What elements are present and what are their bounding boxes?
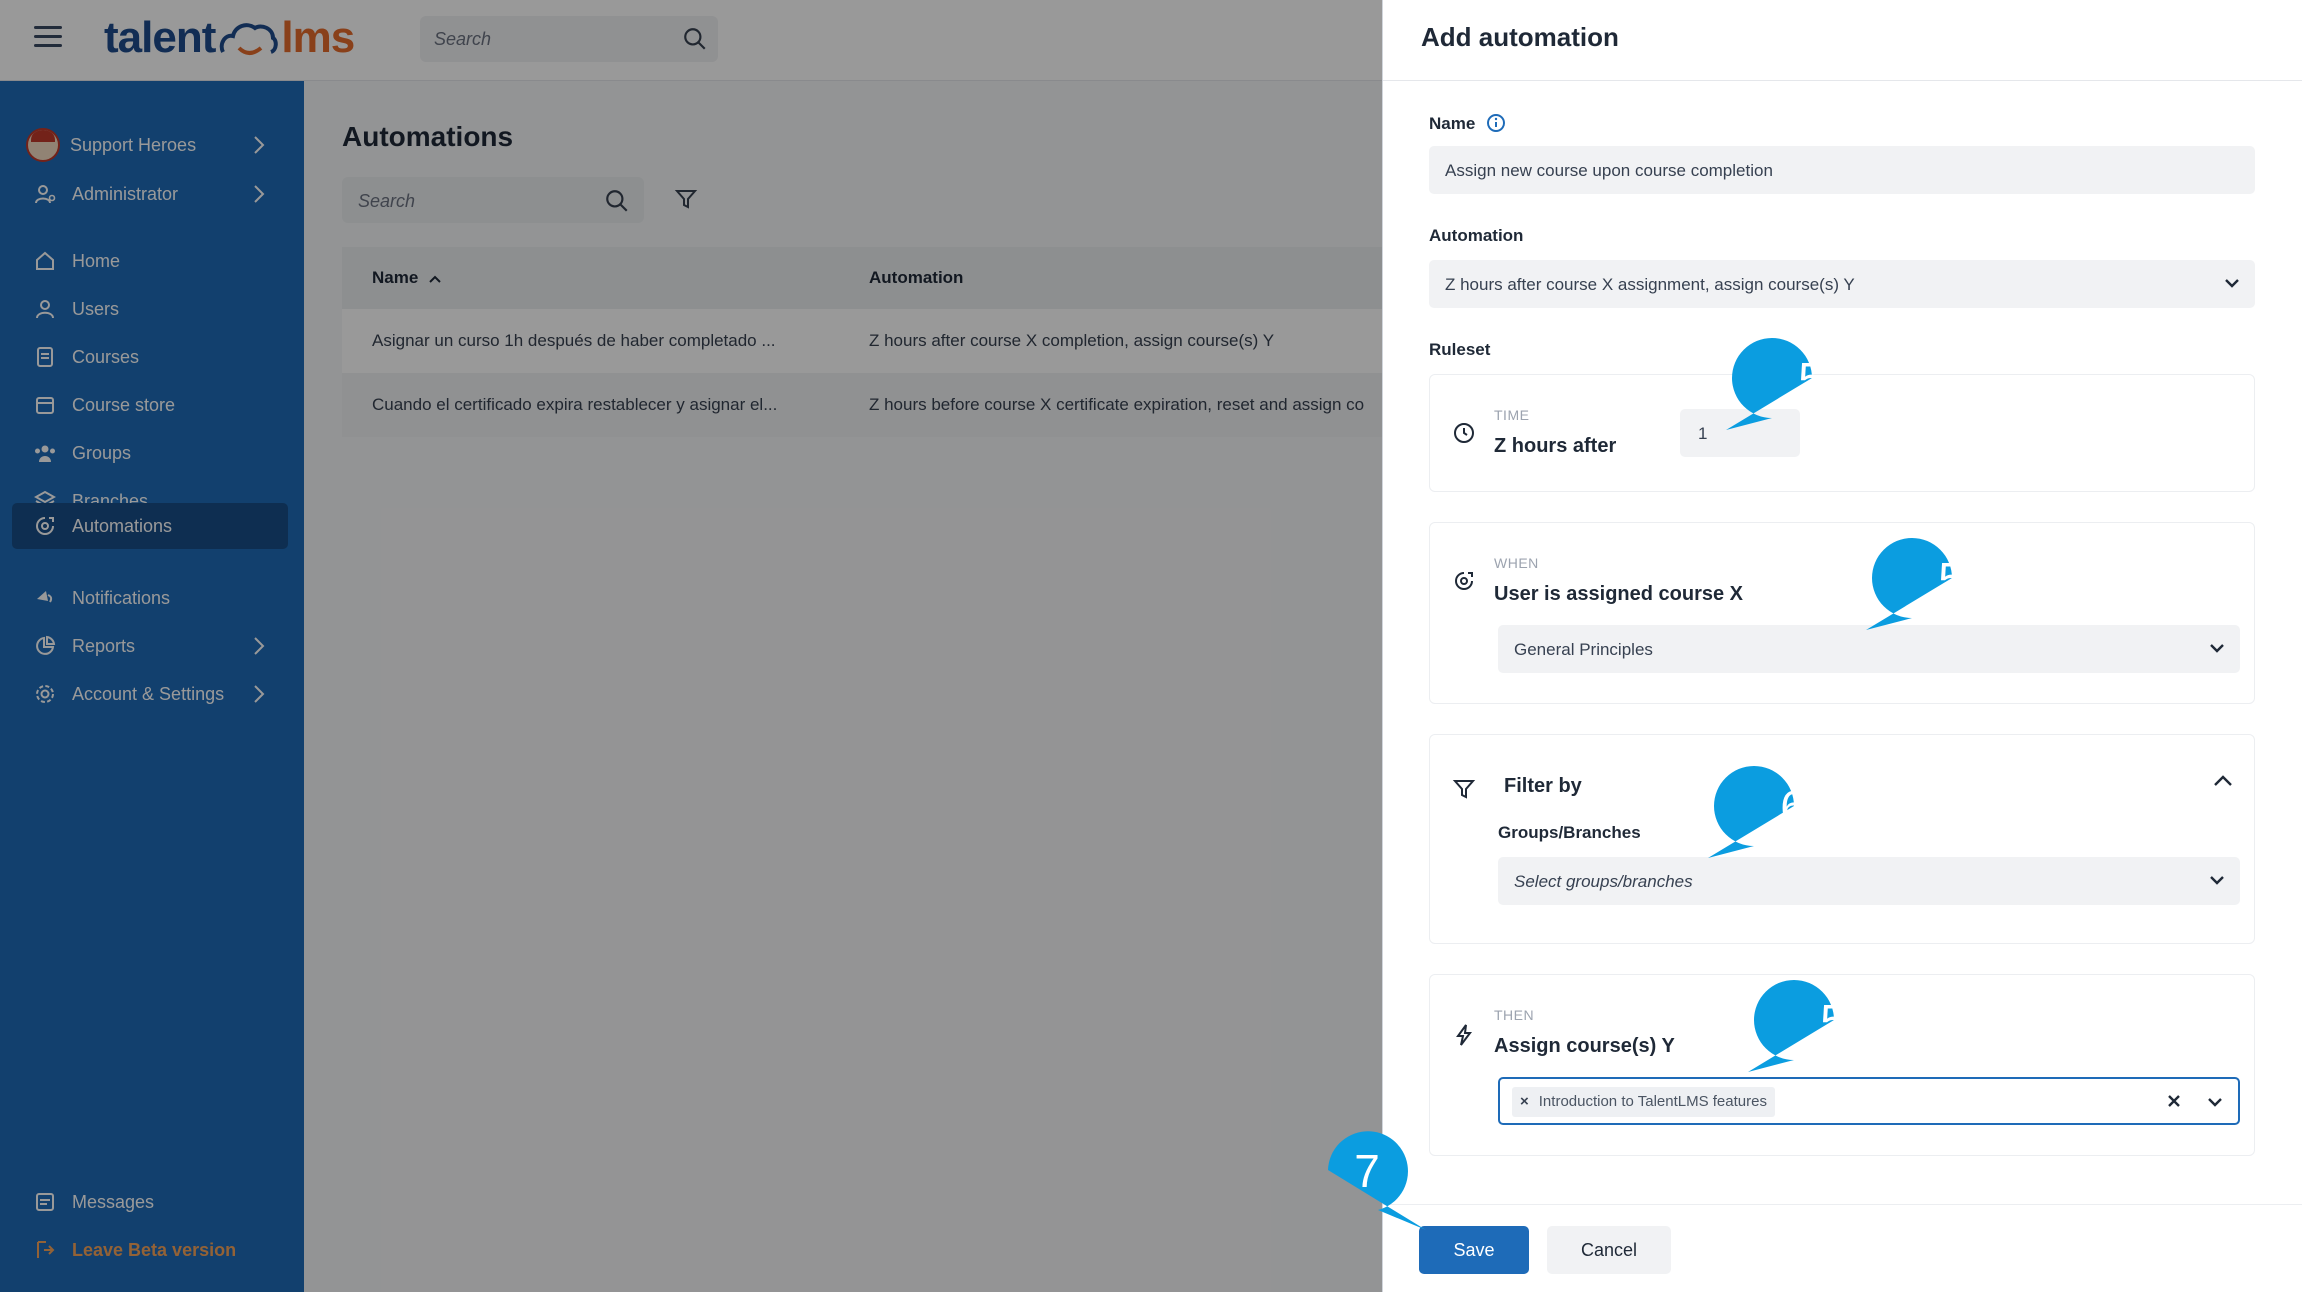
step-callout: 7 <box>1322 1126 1426 1230</box>
add-automation-panel: Add automation Name Assign new course up… <box>1382 0 2302 1292</box>
name-field[interactable]: Assign new course upon course completion <box>1429 146 2255 194</box>
groups-branches-placeholder: Select groups/branches <box>1514 872 1693 891</box>
chevron-down-icon <box>2210 876 2224 885</box>
name-label: Name <box>1429 113 1506 134</box>
info-icon[interactable] <box>1486 113 1506 133</box>
callout-number: 5 <box>1820 995 1846 1047</box>
clear-icon[interactable] <box>2166 1093 2182 1109</box>
selected-course-tag: × Introduction to TalentLMS features <box>1512 1087 1775 1117</box>
filter-card: Filter by Groups/Branches Select groups/… <box>1429 734 2255 944</box>
time-title: Z hours after <box>1494 435 1617 457</box>
callout-number: 7 <box>1354 1145 1380 1197</box>
automation-select[interactable]: Z hours after course X assignment, assig… <box>1429 260 2255 308</box>
filter-icon <box>1452 780 1476 799</box>
footer-divider <box>1383 1204 2302 1205</box>
when-rule-card: WHEN User is assigned course X General P… <box>1429 522 2255 704</box>
filter-title: Filter by <box>1504 775 1582 797</box>
when-title: User is assigned course X <box>1494 583 1744 605</box>
groups-branches-select[interactable]: Select groups/branches <box>1498 857 2240 905</box>
chevron-down-icon <box>2225 279 2239 288</box>
chevron-up-icon[interactable] <box>2212 773 2234 789</box>
step-callout: 5 <box>1866 534 1996 630</box>
modal-backdrop[interactable] <box>0 0 1382 1292</box>
remove-tag-icon[interactable]: × <box>1520 1093 1529 1110</box>
lightning-icon <box>1456 1024 1472 1046</box>
name-field-value: Assign new course upon course completion <box>1445 161 1773 180</box>
divider <box>1383 80 2302 81</box>
groups-branches-label: Groups/Branches <box>1498 823 1641 842</box>
clock-icon <box>1454 423 1474 443</box>
course-y-select[interactable]: × Introduction to TalentLMS features <box>1498 1077 2240 1125</box>
callout-number: 5 <box>1798 353 1824 405</box>
callout-number: 5 <box>1938 553 1964 605</box>
automation-select-value: Z hours after course X assignment, assig… <box>1445 275 1855 294</box>
cancel-button[interactable]: Cancel <box>1547 1226 1671 1274</box>
callout-number: 6 <box>1780 781 1806 833</box>
course-x-select-value: General Principles <box>1514 640 1653 659</box>
time-caption: TIME <box>1494 407 1530 423</box>
ruleset-label: Ruleset <box>1429 340 1491 359</box>
automation-label: Automation <box>1429 226 1524 245</box>
step-callout: 6 <box>1708 762 1838 858</box>
hours-input-value: 1 <box>1698 424 1708 443</box>
save-button[interactable]: Save <box>1419 1226 1529 1274</box>
automation-trigger-icon <box>1455 572 1473 590</box>
name-label-text: Name <box>1429 114 1476 133</box>
step-callout: 5 <box>1726 334 1856 430</box>
panel-title: Add automation <box>1421 22 1619 52</box>
chevron-down-icon <box>2210 644 2224 653</box>
selected-course-label: Introduction to TalentLMS features <box>1538 1093 1767 1110</box>
then-caption: THEN <box>1494 1007 1535 1023</box>
then-title: Assign course(s) Y <box>1494 1035 1675 1057</box>
chevron-down-icon <box>2208 1098 2222 1107</box>
when-caption: WHEN <box>1494 555 1539 571</box>
step-callout: 5 <box>1748 976 1878 1072</box>
